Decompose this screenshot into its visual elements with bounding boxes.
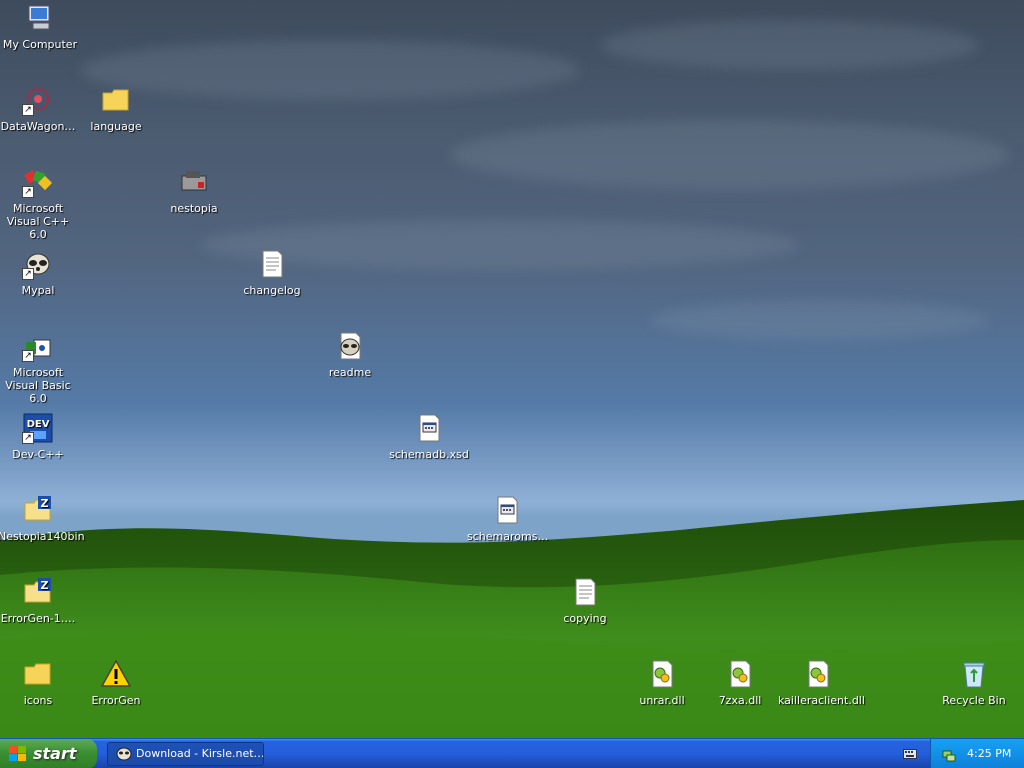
icon-label: Recycle Bin	[942, 694, 1006, 707]
keyboard-icon[interactable]	[903, 748, 917, 760]
icon-label: ErrorGen-1….	[0, 612, 76, 625]
icon-label: readme	[328, 366, 372, 379]
folder-icon	[100, 84, 132, 116]
icon-label: 7zxa.dll	[718, 694, 762, 707]
shortcut-arrow-icon: ↗	[22, 104, 34, 116]
folder-icon	[22, 658, 54, 690]
icon-label: icons	[23, 694, 53, 707]
desktop-icon-nestopia[interactable]: nestopia	[154, 166, 234, 215]
svg-text:Z: Z	[41, 579, 49, 592]
desktop[interactable]: My Computer ↗ DataWagon… language ↗ Micr…	[0, 0, 1024, 738]
icon-label: Nestopia140bin	[0, 530, 85, 543]
desktop-icon-my-computer[interactable]: My Computer	[0, 2, 80, 51]
text-file-icon	[569, 576, 601, 608]
desktop-icon-schemaroms[interactable]: schemaroms…	[467, 494, 549, 543]
dll-file-icon	[724, 658, 756, 690]
shortcut-arrow-icon: ↗	[22, 350, 34, 362]
nestopia-icon	[178, 166, 210, 198]
icon-label: My Computer	[2, 38, 78, 51]
icon-label: schemadb.xsd	[389, 448, 469, 461]
clock[interactable]: 4:25 PM	[967, 739, 1011, 768]
desktop-icon-7zxa-dll[interactable]: 7zxa.dll	[700, 658, 780, 707]
desktop-icon-nestopia140bin[interactable]: Z Nestopia140bin	[0, 494, 85, 543]
text-file-icon	[256, 248, 288, 280]
shortcut-arrow-icon: ↗	[22, 432, 34, 444]
desktop-icon-recycle-bin[interactable]: Recycle Bin	[934, 658, 1014, 707]
desktop-icon-copying[interactable]: copying	[545, 576, 625, 625]
zip-folder-icon: Z	[22, 576, 54, 608]
desktop-icon-unrar-dll[interactable]: unrar.dll	[622, 658, 702, 707]
xsd-file-icon	[413, 412, 445, 444]
icon-label: schemaroms…	[467, 530, 549, 543]
desktop-icon-mypal[interactable]: ↗ Mypal	[0, 248, 78, 297]
warning-icon	[100, 658, 132, 690]
windows-logo-icon	[9, 746, 26, 761]
icon-label: Mypal	[21, 284, 55, 297]
dll-file-icon	[802, 658, 834, 690]
shortcut-arrow-icon: ↗	[22, 268, 34, 280]
mypal-icon	[116, 747, 132, 761]
system-tray: 4:25 PM	[930, 739, 1024, 768]
mypal-icon: ↗	[22, 248, 54, 280]
taskbar-button-label: Download - Kirsle.net…	[136, 747, 264, 760]
zip-folder-icon: Z	[22, 494, 54, 526]
computer-icon	[24, 2, 56, 34]
mypal-document-icon	[334, 330, 366, 362]
network-icon[interactable]	[941, 746, 957, 762]
icon-label: changelog	[243, 284, 301, 297]
svg-text:Z: Z	[41, 497, 49, 510]
visual-cpp-icon: ↗	[22, 166, 54, 198]
icon-label: Microsoft Visual Basic 6.0	[5, 366, 71, 405]
svg-text:DEV: DEV	[27, 419, 50, 430]
desktop-icon-visual-basic[interactable]: ↗ Microsoft Visual Basic 6.0	[0, 330, 78, 405]
desktop-icon-kailleraclient-dll[interactable]: kailleraclient.dll	[778, 658, 865, 707]
icon-label: language	[90, 120, 142, 133]
icon-label: nestopia	[170, 202, 218, 215]
xsd-file-icon	[491, 494, 523, 526]
dll-file-icon	[646, 658, 678, 690]
visual-basic-icon: ↗	[22, 330, 54, 362]
desktop-icon-errorgen[interactable]: ErrorGen	[76, 658, 156, 707]
icon-label: unrar.dll	[639, 694, 685, 707]
icon-label: DataWagon…	[0, 120, 76, 133]
icon-label: kailleraclient.dll	[778, 694, 865, 707]
shortcut-arrow-icon: ↗	[22, 186, 34, 198]
icon-label: Dev-C++	[12, 448, 64, 461]
start-label: start	[33, 744, 77, 763]
recycle-bin-icon	[958, 658, 990, 690]
desktop-icon-datawagon[interactable]: ↗ DataWagon…	[0, 84, 78, 133]
desktop-icon-changelog[interactable]: changelog	[232, 248, 312, 297]
desktop-icon-visual-cpp[interactable]: ↗ Microsoft Visual C++ 6.0	[0, 166, 78, 241]
desktop-icon-readme[interactable]: readme	[310, 330, 390, 379]
desktop-icon-language[interactable]: language	[76, 84, 156, 133]
desktop-icon-schemadb[interactable]: schemadb.xsd	[389, 412, 469, 461]
start-button[interactable]: start	[0, 739, 97, 768]
datawagon-icon: ↗	[22, 84, 54, 116]
icon-label: copying	[563, 612, 607, 625]
taskbar: start Download - Kirsle.net… 4:25 PM	[0, 738, 1024, 768]
dev-cpp-icon: DEV ↗	[22, 412, 54, 444]
icon-label: Microsoft Visual C++ 6.0	[6, 202, 70, 241]
taskbar-button-download[interactable]: Download - Kirsle.net…	[107, 742, 264, 766]
desktop-icon-errorgen-zip[interactable]: Z ErrorGen-1….	[0, 576, 78, 625]
desktop-icon-icons[interactable]: icons	[0, 658, 78, 707]
desktop-icon-dev-cpp[interactable]: DEV ↗ Dev-C++	[0, 412, 78, 461]
icon-label: ErrorGen	[91, 694, 141, 707]
